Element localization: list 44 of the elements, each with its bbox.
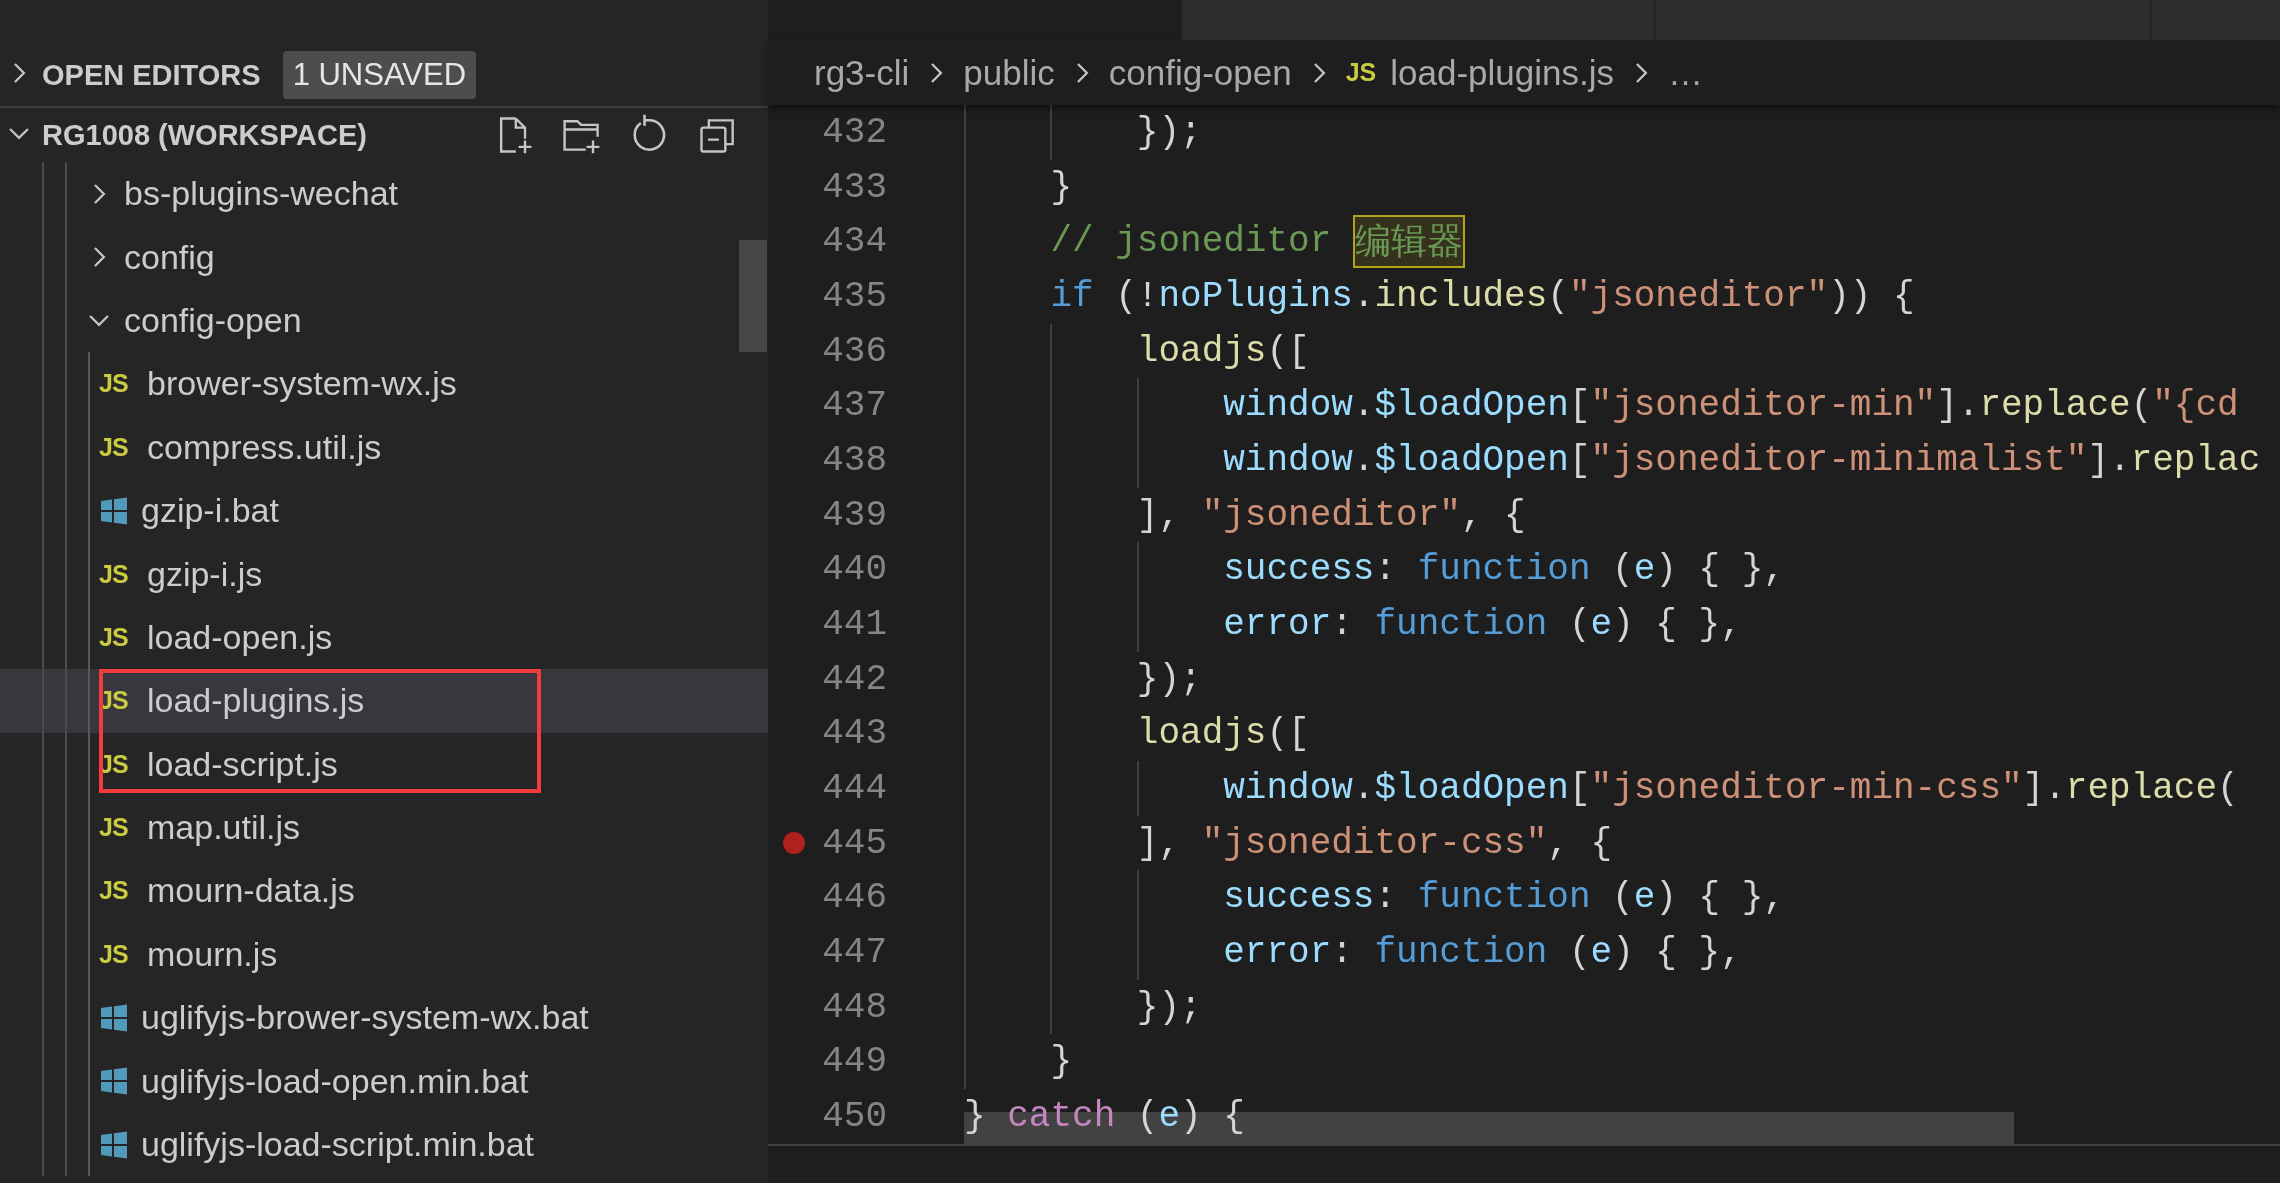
js-file-icon: JS [99,622,135,652]
line-number: 446 [822,877,887,919]
js-file-icon: JS [99,432,135,462]
line-number: 442 [822,658,887,700]
js-file-icon: JS [99,749,135,779]
line-number: 448 [822,986,887,1028]
line-number: 438 [822,439,887,481]
js-file-icon: JS [1345,58,1377,87]
js-file-icon: JS [99,559,135,589]
breakpoint-icon[interactable] [783,832,805,855]
line-number: 447 [822,931,887,973]
windows-logo-icon [99,1002,129,1033]
line-number: 445 [822,822,887,864]
windows-logo-icon [99,495,129,526]
breadcrumb-item[interactable]: config-open [1108,52,1292,93]
line-number: 436 [822,330,887,372]
windows-logo-icon [99,1129,129,1160]
scrollbar-thumb[interactable] [739,240,767,352]
line-number: 450 [822,1095,887,1137]
line-number: 449 [822,1041,887,1083]
line-number: 444 [822,767,887,809]
line-number: 433 [822,166,887,208]
line-number: 439 [822,494,887,536]
file-item[interactable]: JS load-plugins.js [0,669,768,733]
breadcrumb-item[interactable]: load-plugins.js [1390,52,1614,93]
line-number: 434 [822,221,887,263]
js-file-icon: JS [99,876,135,906]
line-number: 440 [822,549,887,591]
section-title[interactable]: OPEN EDITORS [42,58,261,92]
section-title[interactable]: RG1008 (WORKSPACE) [42,118,367,152]
line-number: 432 [822,111,887,153]
line-number: 437 [822,385,887,427]
breadcrumb-item[interactable]: … [1668,52,1703,93]
js-file-icon: JS [99,686,135,716]
line-number: 443 [822,713,887,755]
js-file-icon: JS [99,939,135,969]
breadcrumb-item[interactable]: public [963,52,1055,93]
unsaved-badge: 1 UNSAVED [282,51,477,99]
js-file-icon: JS [99,813,135,843]
js-file-icon: JS [99,369,135,399]
windows-logo-icon [99,1066,129,1097]
line-number: 441 [822,603,887,645]
line-number: 435 [822,275,887,317]
breadcrumb-item[interactable]: rg3-cli [814,52,910,93]
